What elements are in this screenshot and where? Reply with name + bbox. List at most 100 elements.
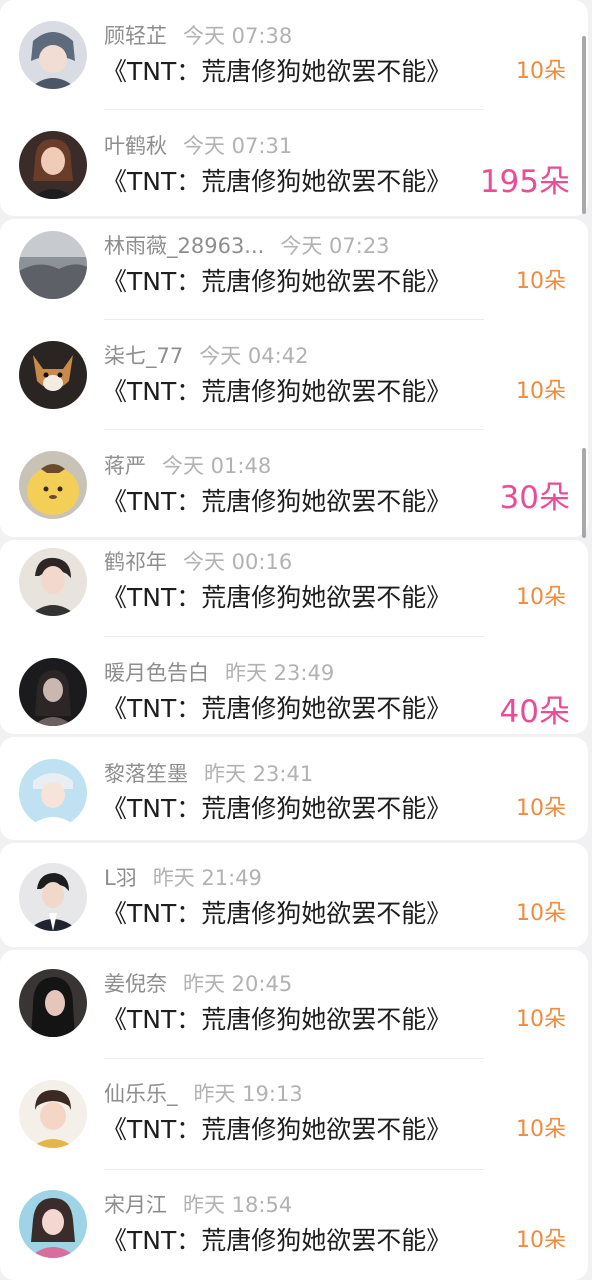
gift-amount: 10朵: [516, 796, 566, 821]
avatar-corgi-icon: [19, 341, 87, 409]
gift-amount: 10朵: [516, 269, 566, 294]
user-avatar[interactable]: [19, 863, 87, 931]
message-meta: 蒋严 今天 01:48: [104, 451, 271, 481]
gift-amount: 10朵: [516, 901, 566, 926]
username[interactable]: 黎落笙墨: [104, 762, 188, 786]
username[interactable]: 蒋严: [104, 454, 146, 478]
gift-amount: 40朵: [499, 694, 570, 730]
avatar-illustrated-boy-icon: [19, 21, 87, 89]
username[interactable]: 顾轻芷: [104, 24, 167, 48]
message-meta: 仙乐乐_ 昨天 19:13: [104, 1079, 303, 1109]
username[interactable]: 林雨薇_28963...: [104, 234, 264, 258]
scrollbar-thumb[interactable]: [582, 448, 586, 538]
gift-amount: 10朵: [516, 59, 566, 84]
user-avatar[interactable]: [19, 1190, 87, 1258]
message-text: 《TNT：荒唐修狗她欲罢不能》: [102, 1226, 452, 1255]
user-avatar[interactable]: [19, 21, 87, 89]
avatar-man-suit-icon: [19, 863, 87, 931]
timestamp: 昨天 18:54: [183, 1193, 293, 1217]
message-row[interactable]: 黎落笙墨 昨天 23:41 《TNT：荒唐修狗她欲罢不能》 10朵: [0, 737, 588, 847]
username[interactable]: 柒七_77: [104, 344, 183, 368]
timestamp: 今天 07:23: [280, 234, 390, 258]
timestamp: 今天 04:42: [199, 344, 309, 368]
message-text: 《TNT：荒唐修狗她欲罢不能》: [102, 1115, 452, 1144]
timestamp: 昨天 19:13: [193, 1082, 303, 1106]
message-meta: 柒七_77 今天 04:42: [104, 341, 308, 371]
gift-amount: 10朵: [516, 1007, 566, 1032]
timestamp: 今天 00:16: [183, 550, 293, 574]
avatar-girl-photo-icon: [19, 131, 87, 199]
message-meta: 姜倪奈 昨天 20:45: [104, 969, 292, 999]
timestamp: 昨天 20:45: [183, 972, 293, 996]
message-row[interactable]: 蒋严 今天 01:48 《TNT：荒唐修狗她欲罢不能》 30朵: [0, 430, 588, 540]
message-meta: 顾轻芷 今天 07:38: [104, 21, 292, 51]
timestamp: 昨天 23:41: [204, 762, 314, 786]
message-meta: 鹤祁年 今天 00:16: [104, 547, 292, 577]
message-row[interactable]: 鹤祁年 今天 00:16 《TNT：荒唐修狗她欲罢不能》 10朵: [0, 540, 588, 650]
timestamp: 昨天 23:49: [225, 661, 335, 685]
message-text: 《TNT：荒唐修狗她欲罢不能》: [102, 57, 452, 86]
user-avatar[interactable]: [19, 451, 87, 519]
timestamp: 今天 01:48: [162, 454, 272, 478]
user-avatar[interactable]: [19, 341, 87, 409]
user-avatar[interactable]: [19, 231, 87, 299]
message-meta: 暖月色告白 昨天 23:49: [104, 658, 334, 688]
message-row[interactable]: 顾轻芷 今天 07:38 《TNT：荒唐修狗她欲罢不能》 10朵: [0, 0, 588, 110]
message-row[interactable]: 仙乐乐_ 昨天 19:13 《TNT：荒唐修狗她欲罢不能》 10朵: [0, 1059, 588, 1170]
username[interactable]: 仙乐乐_: [104, 1082, 178, 1106]
avatar-pompompurin-icon: [19, 451, 87, 519]
user-avatar[interactable]: [19, 969, 87, 1037]
message-text: 《TNT：荒唐修狗她欲罢不能》: [102, 899, 452, 928]
avatar-costume-girl-icon: [19, 1190, 87, 1258]
message-text: 《TNT：荒唐修狗她欲罢不能》: [102, 377, 452, 406]
message-row[interactable]: 林雨薇_28963... 今天 07:23 《TNT：荒唐修狗她欲罢不能》 10朵: [0, 219, 588, 329]
message-row[interactable]: 叶鹤秋 今天 07:31 《TNT：荒唐修狗她欲罢不能》 195朵: [0, 110, 588, 220]
timestamp: 昨天 21:49: [152, 866, 262, 890]
user-avatar[interactable]: [19, 1080, 87, 1148]
gift-amount: 195朵: [479, 164, 570, 200]
message-text: 《TNT：荒唐修狗她欲罢不能》: [102, 1005, 452, 1034]
message-meta: 黎落笙墨 昨天 23:41: [104, 759, 313, 789]
message-meta: 林雨薇_28963... 今天 07:23: [104, 231, 390, 261]
avatar-landscape-icon: [19, 231, 87, 299]
message-text: 《TNT：荒唐修狗她欲罢不能》: [102, 267, 452, 296]
message-meta: 叶鹤秋 今天 07:31: [104, 131, 292, 161]
username[interactable]: 鹤祁年: [104, 550, 167, 574]
gift-amount: 10朵: [516, 585, 566, 610]
username[interactable]: 叶鹤秋: [104, 134, 167, 158]
user-avatar[interactable]: [19, 131, 87, 199]
message-row[interactable]: 暖月色告白 昨天 23:49 《TNT：荒唐修狗她欲罢不能》 40朵: [0, 638, 588, 748]
gift-amount: 10朵: [516, 379, 566, 404]
timestamp: 今天 07:31: [183, 134, 293, 158]
message-text: 《TNT：荒唐修狗她欲罢不能》: [102, 167, 452, 196]
message-row[interactable]: 姜倪奈 昨天 20:45 《TNT：荒唐修狗她欲罢不能》 10朵: [0, 950, 588, 1060]
username[interactable]: 宋月江: [104, 1193, 167, 1217]
avatar-child-icon: [19, 1080, 87, 1148]
row-divider: [104, 636, 484, 637]
avatar-boy-photo-icon: [19, 548, 87, 616]
username[interactable]: 暖月色告白: [104, 661, 209, 685]
message-row[interactable]: 宋月江 昨天 18:54 《TNT：荒唐修狗她欲罢不能》 10朵: [0, 1170, 588, 1280]
message-meta: 宋月江 昨天 18:54: [104, 1190, 292, 1220]
gift-amount: 30朵: [499, 480, 570, 516]
message-text: 《TNT：荒唐修狗她欲罢不能》: [102, 487, 452, 516]
gift-amount: 10朵: [516, 1117, 566, 1142]
gift-message-list: 顾轻芷 今天 07:38 《TNT：荒唐修狗她欲罢不能》 10朵 叶鹤秋 今天 07…: [0, 0, 592, 1280]
username[interactable]: 姜倪奈: [104, 972, 167, 996]
message-row[interactable]: 柒七_77 今天 04:42 《TNT：荒唐修狗她欲罢不能》 10朵: [0, 320, 588, 430]
scrollbar-thumb[interactable]: [582, 36, 586, 214]
message-text: 《TNT：荒唐修狗她欲罢不能》: [102, 694, 452, 723]
user-avatar[interactable]: [19, 759, 87, 827]
user-avatar[interactable]: [19, 548, 87, 616]
avatar-dark-hair-girl-icon: [19, 969, 87, 1037]
message-meta: L羽 昨天 21:49: [104, 863, 262, 893]
gift-amount: 10朵: [516, 1228, 566, 1253]
message-text: 《TNT：荒唐修狗她欲罢不能》: [102, 794, 452, 823]
username[interactable]: L羽: [104, 866, 137, 890]
message-row[interactable]: L羽 昨天 21:49 《TNT：荒唐修狗她欲罢不能》 10朵: [0, 843, 588, 953]
avatar-dark-girl-icon: [19, 658, 87, 726]
message-text: 《TNT：荒唐修狗她欲罢不能》: [102, 583, 452, 612]
user-avatar[interactable]: [19, 658, 87, 726]
timestamp: 今天 07:38: [183, 24, 293, 48]
avatar-cartoon-boy-icon: [19, 759, 87, 827]
